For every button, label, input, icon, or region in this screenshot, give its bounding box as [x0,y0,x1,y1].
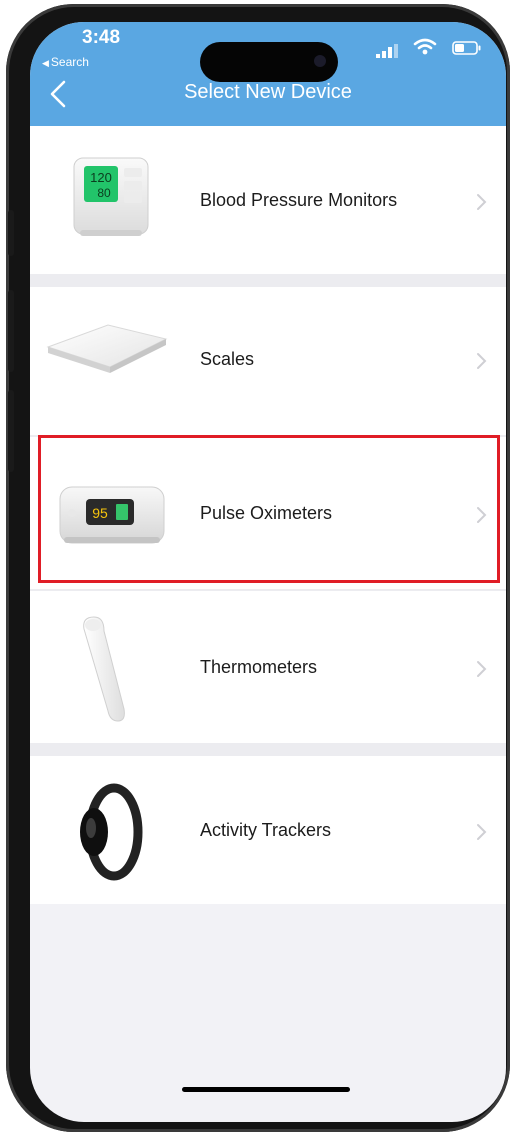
back-triangle-icon: ◀ [42,58,49,68]
device-label: Thermometers [200,657,318,677]
back-to-app-label: Search [50,55,89,69]
section-separator [30,274,506,287]
device-label: Scales [200,349,255,369]
battery-icon [452,41,481,55]
bp-diastolic-readout: 80 [97,186,111,200]
volume-up-button [8,290,14,372]
chevron-right-icon [477,353,487,369]
highlight-box [38,435,500,583]
device-label: Blood Pressure Monitors [200,190,398,210]
dynamic-island [200,42,338,82]
device-row-activity-trackers[interactable]: Activity Trackers [30,756,506,904]
volume-down-button [8,390,14,472]
chevron-right-icon [477,661,487,677]
screen: 3:48 ◀ Search Select New Device 120 80 B… [30,22,506,1122]
chevron-right-icon [477,824,487,840]
blood-pressure-monitor-icon: 120 80 [73,157,149,236]
section-separator [30,743,506,756]
device-row-blood-pressure[interactable]: 120 80 Blood Pressure Monitors [30,126,506,274]
mute-switch [8,210,14,256]
device-label: Activity Trackers [200,820,332,840]
camera-icon [314,55,326,67]
wifi-icon [413,38,437,55]
cellular-signal-icon [376,44,398,58]
phone-frame: 3:48 ◀ Search Select New Device 120 80 B… [6,4,510,1132]
activity-tracker-icon [80,783,143,881]
back-to-app-link[interactable]: ◀ Search [42,55,89,69]
bp-systolic-readout: 120 [90,170,112,185]
status-time: 3:48 [82,27,121,48]
chevron-right-icon [477,194,487,210]
thermometer-icon [83,616,125,722]
nav-header: 3:48 ◀ Search Select New Device [30,22,506,126]
device-row-thermometers[interactable]: Thermometers [30,591,506,743]
page-title: Select New Device [184,81,352,103]
home-indicator[interactable] [182,1087,350,1092]
scale-icon [46,324,168,373]
device-row-scales[interactable]: Scales [30,287,506,435]
